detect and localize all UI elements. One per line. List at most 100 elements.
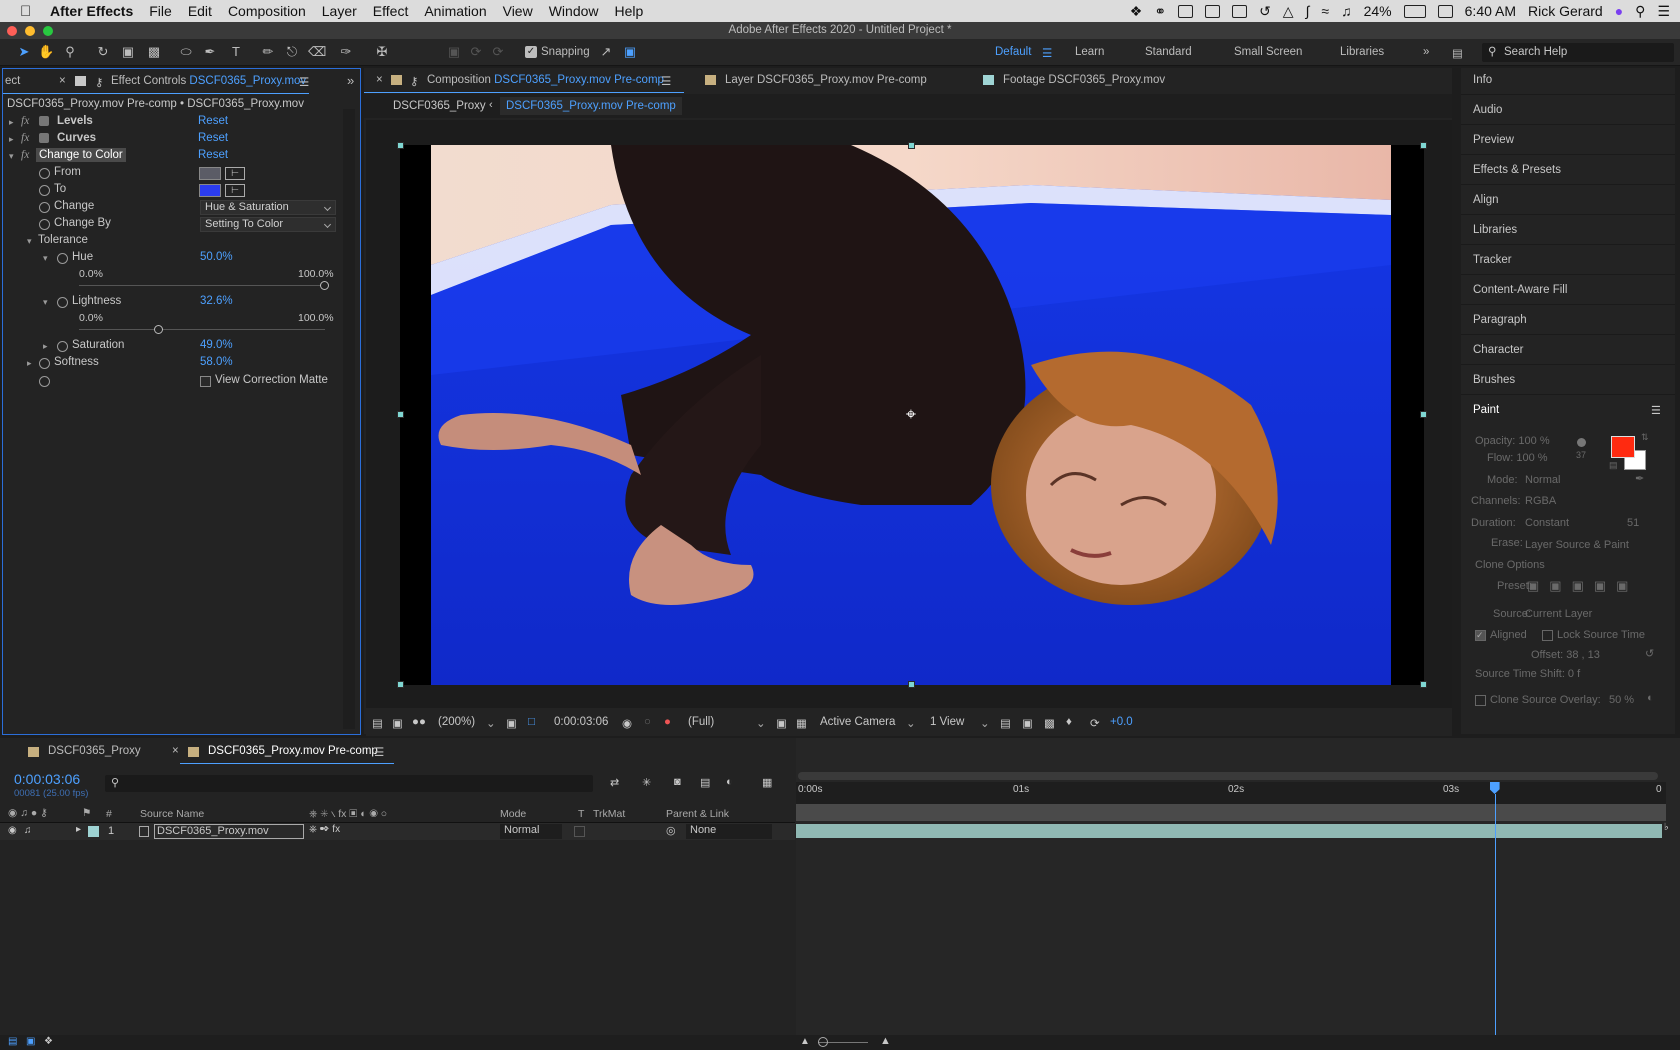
airplay-icon[interactable]: △ [1283, 3, 1294, 20]
workspace-standard[interactable]: Standard [1145, 46, 1192, 58]
screen-icon[interactable] [1232, 4, 1248, 18]
effect-controls-tab[interactable]: Effect Controls DSCF0365_Proxy.mov [111, 75, 306, 87]
edit-workspaces-icon[interactable]: ▤ [1452, 46, 1463, 60]
lock-icon[interactable]: ⚷ [410, 74, 418, 88]
hue-slider-knob[interactable] [320, 281, 329, 290]
chevron-down-icon[interactable]: ⌄ [906, 716, 916, 730]
chevron-down-icon[interactable]: ⌄ [486, 716, 496, 730]
anchor-point-icon[interactable]: ⌖ [902, 405, 920, 423]
mask-visibility-icon[interactable]: □ [528, 716, 535, 728]
layer-name[interactable]: DSCF0365_Proxy.mov [154, 824, 304, 839]
monitor-icon[interactable]: ▣ [392, 716, 403, 730]
panel-menu-icon[interactable]: ☰ [661, 74, 671, 88]
workspace-default[interactable]: Default [995, 46, 1031, 58]
chevron-down-icon[interactable]: ⌄ [980, 716, 990, 730]
menu-window[interactable]: Window [549, 3, 599, 19]
frame-blending-icon[interactable]: ▤ [700, 776, 710, 789]
panel-character[interactable]: Character [1473, 344, 1524, 356]
expand-arrow-icon[interactable]: ▸ [43, 341, 48, 352]
apple-icon[interactable]:  [20, 3, 38, 20]
notification-center-icon[interactable]: ☰ [1657, 3, 1670, 20]
panel-paint[interactable]: Paint [1473, 404, 1499, 416]
source-time-shift[interactable]: Source Time Shift: 0 f [1475, 668, 1580, 680]
search-help-field[interactable]: ⚲ Search Help [1482, 43, 1674, 62]
reset-curves-button[interactable]: Reset [198, 132, 228, 144]
clock[interactable]: 6:40 AM [1465, 3, 1516, 19]
selection-tool-icon[interactable]: ➤ [16, 44, 32, 60]
keyframe-lock-icon[interactable]: ♭ [1664, 822, 1669, 833]
menu-help[interactable]: Help [615, 3, 644, 19]
paint-flow[interactable]: Flow: 100 % [1487, 452, 1548, 464]
prop-view-correction-matte[interactable]: View Correction Matte [3, 374, 343, 390]
layer-label-swatch[interactable] [88, 826, 99, 837]
panel-info[interactable]: Info [1473, 74, 1492, 86]
paint-mode-dropdown[interactable]: Normal [1525, 474, 1560, 486]
lock-icon[interactable]: ⚷ [95, 75, 103, 89]
eyedropper-icon[interactable]: ✒ [1635, 472, 1644, 485]
zoom-dropdown[interactable]: (200%) [438, 716, 475, 728]
footage-tab[interactable]: Footage DSCF0365_Proxy.mov [1003, 74, 1165, 86]
stopwatch-icon[interactable] [39, 219, 50, 230]
display-icon[interactable] [1205, 4, 1221, 18]
pen-tool-icon[interactable]: ✒ [202, 44, 218, 60]
dropbox-icon[interactable]: ❖ [1130, 3, 1143, 20]
always-preview-icon[interactable]: ▤ [372, 716, 383, 730]
timeline-tab-precomp[interactable]: DSCF0365_Proxy.mov Pre-comp [208, 745, 378, 757]
layer-mode-dropdown[interactable]: Normal [500, 824, 562, 839]
transform-handle[interactable] [908, 681, 915, 688]
transform-handle[interactable] [908, 142, 915, 149]
collapse-arrow-icon[interactable]: ▾ [9, 151, 14, 162]
roto-brush-tool-icon[interactable]: ✑ [338, 44, 354, 60]
toggle-transfer-controls-icon[interactable]: ▣ [26, 1036, 35, 1047]
axis-view-icon[interactable]: ⟳ [490, 44, 506, 60]
transparency-grid-icon[interactable]: ▦ [796, 716, 807, 730]
effect-row-change-to-color[interactable]: ▾ fx Change to Color Reset [3, 148, 343, 165]
transform-handle[interactable] [397, 411, 404, 418]
foreground-color-swatch[interactable] [1611, 436, 1635, 458]
toggle-pixel-aspect-icon[interactable]: ▤ [1000, 716, 1011, 730]
prop-lightness[interactable]: ▾ Lightness 32.6% [3, 295, 343, 311]
workspace-overflow-icon[interactable]: » [1423, 46, 1429, 58]
hue-slider-track[interactable] [79, 285, 325, 286]
effect-controls-tab-cut[interactable]: ect [5, 75, 20, 87]
axis-world-icon[interactable]: ⟳ [468, 44, 484, 60]
timeline-search-field[interactable]: ⚲ [105, 775, 593, 792]
stopwatch-icon[interactable] [39, 185, 50, 196]
menu-view[interactable]: View [503, 3, 533, 19]
battery-icon[interactable] [1403, 4, 1426, 18]
crumb-precomp[interactable]: DSCF0365_Proxy.mov Pre-comp [500, 97, 682, 115]
puppet-tool-icon[interactable]: ✠ [374, 44, 390, 60]
stopwatch-icon[interactable] [57, 297, 68, 308]
expand-arrow-icon[interactable]: ▸ [76, 824, 81, 835]
clone-overlay-checkbox[interactable] [1475, 695, 1486, 706]
clone-preset-icons[interactable]: ▣▣▣▣▣ [1527, 578, 1638, 594]
close-tab-icon[interactable]: × [59, 75, 66, 87]
graph-editor-icon[interactable]: ▦ [762, 776, 772, 789]
comp-timecode[interactable]: 0:00:03:06 [554, 716, 608, 728]
timeline-icon[interactable]: ▩ [1044, 716, 1055, 730]
show-snapshot-icon[interactable]: ○ [644, 716, 651, 728]
volume-icon[interactable]: ♫ [1341, 3, 1352, 19]
panel-overflow-icon[interactable]: » [347, 73, 354, 88]
pick-whip-icon[interactable]: ◎ [666, 824, 676, 837]
prop-to[interactable]: To ⊢ [3, 183, 343, 199]
creative-cloud-icon[interactable]: ⚭ [1154, 3, 1166, 20]
crumb-arrow-icon[interactable]: ‹ [489, 99, 493, 111]
close-tab-icon[interactable]: × [172, 745, 179, 757]
snap-features-icon[interactable]: ▣ [622, 44, 638, 60]
layer-switch-icons[interactable]: ⎈ ✒ fx [309, 824, 340, 835]
zoom-tool-icon[interactable]: ⚲ [62, 44, 78, 60]
transform-handle[interactable] [1420, 681, 1427, 688]
panel-content-aware-fill[interactable]: Content-Aware Fill [1473, 284, 1567, 296]
effect-panel-scrollbar[interactable] [343, 109, 355, 729]
toggle-in-out-icon[interactable]: ❖ [44, 1036, 53, 1047]
paint-opacity[interactable]: Opacity: 100 % [1475, 435, 1550, 447]
prop-saturation[interactable]: ▸ Saturation 49.0% [3, 339, 343, 355]
ellipse-tool-icon[interactable]: ⬭ [178, 44, 194, 60]
panel-libraries[interactable]: Libraries [1473, 224, 1517, 236]
camera-dropdown[interactable]: Active Camera [820, 716, 895, 728]
brush-tool-icon[interactable]: ✏ [260, 44, 276, 60]
panel-tracker[interactable]: Tracker [1473, 254, 1512, 266]
flowchart-icon[interactable]: ♦ [1066, 716, 1072, 728]
panel-preview[interactable]: Preview [1473, 134, 1514, 146]
